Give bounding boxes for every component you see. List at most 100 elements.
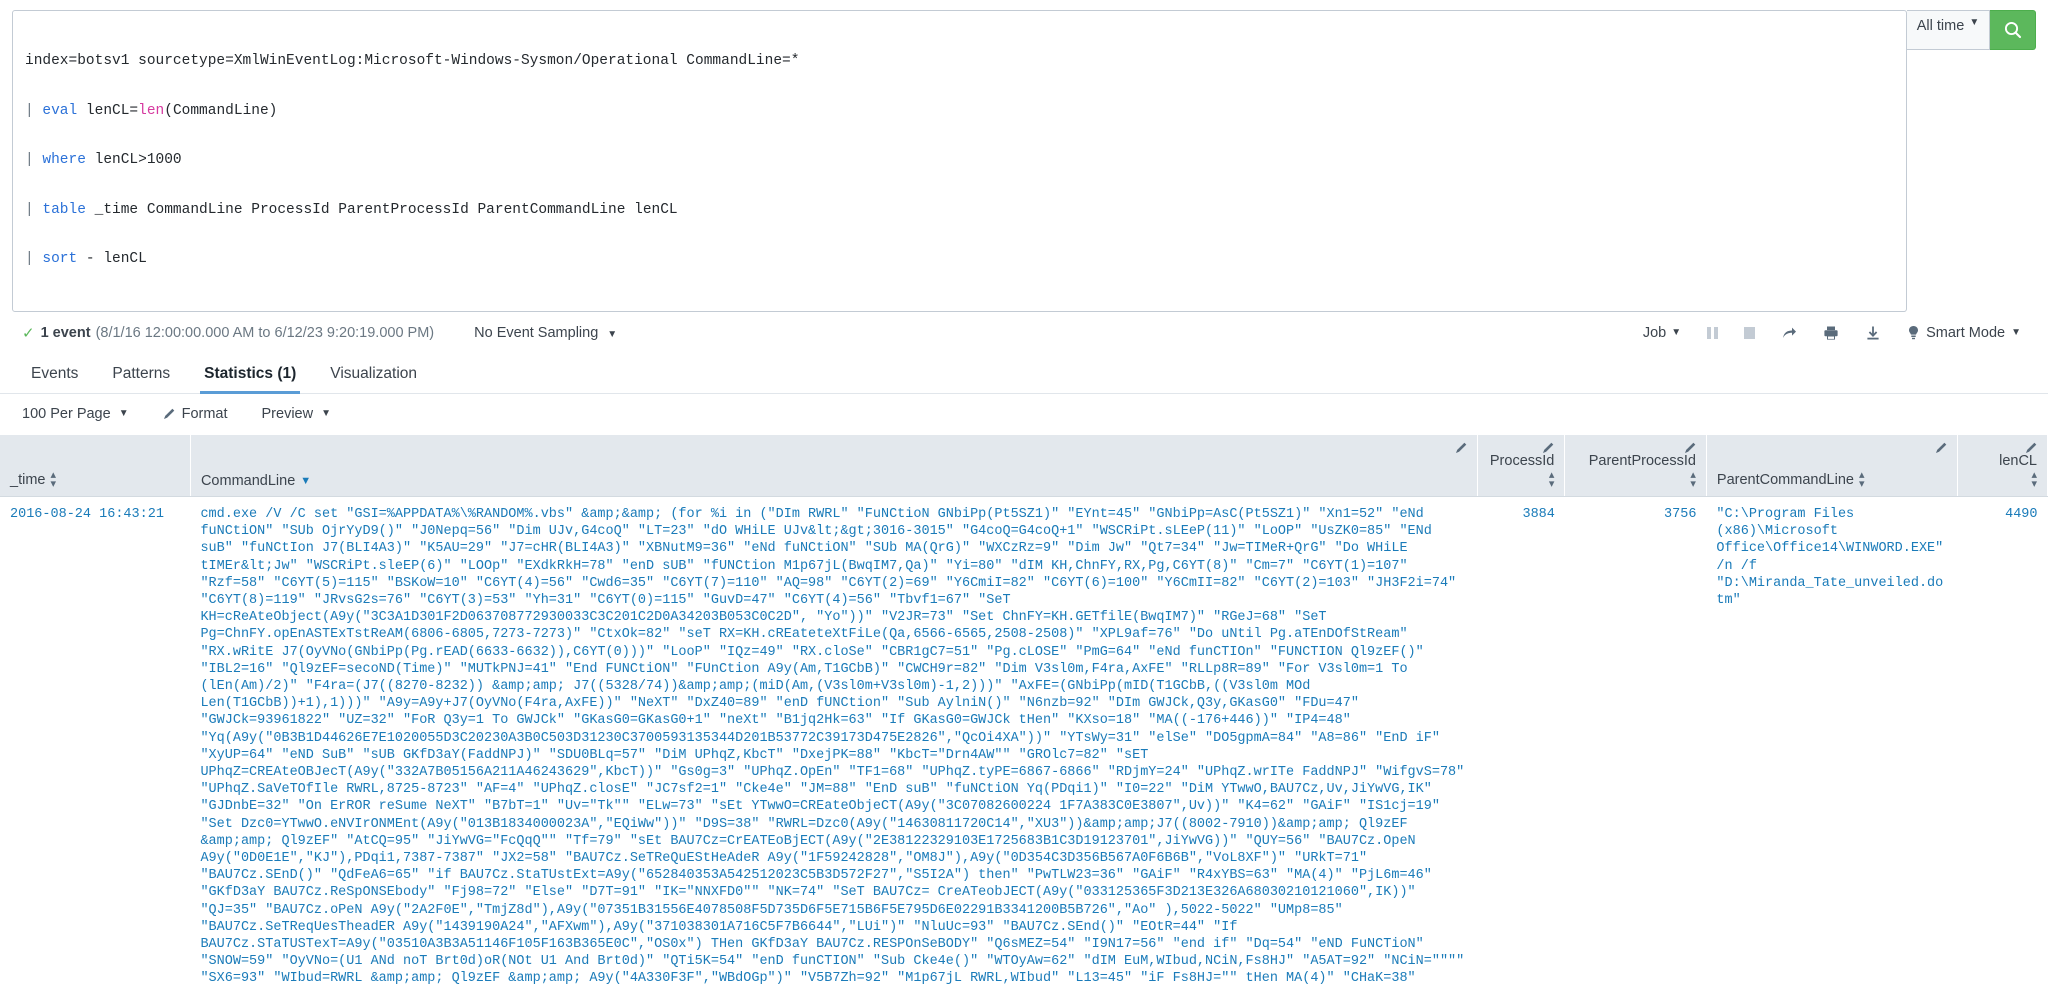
sort-toggle-parentcommandline[interactable]: ▴ ▾	[1859, 470, 1865, 490]
spl-command-sort: sort	[42, 251, 78, 267]
column-header-lencl[interactable]: lenCL ▴ ▾	[1957, 434, 2048, 497]
results-tabs: Events Patterns Statistics (1) Visualiza…	[0, 352, 2048, 394]
sort-toggle-lencl[interactable]: ▴ ▾	[2031, 470, 2037, 490]
pencil-icon	[1935, 442, 1947, 453]
column-header-parentprocessid[interactable]: ParentProcessId ▴ ▾	[1564, 434, 1707, 497]
query-line-4-rest: _time CommandLine ProcessId ParentProces…	[85, 201, 678, 218]
tab-statistics[interactable]: Statistics (1)	[187, 366, 313, 393]
spl-command-where: where	[42, 152, 86, 168]
results-table-head: _time ▴ ▾ CommandLine ▼ ProcessId ▴ ▾ Pa…	[0, 434, 2048, 497]
preview-dropdown[interactable]: Preview ▼	[262, 406, 331, 422]
print-button[interactable]	[1810, 325, 1852, 341]
pipe-glyph: |	[25, 201, 34, 218]
stop-button[interactable]	[1731, 326, 1768, 339]
job-status-bar: ✓ 1 event (8/1/16 12:00:00.000 AM to 6/1…	[0, 312, 2048, 352]
per-page-label: 100 Per Page	[22, 405, 111, 422]
cell-parentprocessid[interactable]: 3756	[1564, 496, 1707, 984]
print-icon	[1824, 326, 1838, 340]
search-mode-dropdown[interactable]: Smart Mode ▼	[1894, 325, 2034, 341]
edit-column-commandline-icon[interactable]	[1455, 441, 1468, 457]
query-line-5-rest: - lenCL	[77, 251, 147, 267]
format-label: Format	[181, 405, 228, 422]
share-icon	[1783, 327, 1797, 338]
tab-visualization[interactable]: Visualization	[313, 366, 434, 393]
pause-icon	[1707, 326, 1719, 339]
query-line-2-rest-b: (CommandLine)	[164, 102, 278, 119]
pencil-icon	[163, 408, 174, 419]
job-controls: Job ▼ Smart Mode ▼	[1630, 325, 2034, 341]
query-line-2: | eval lenCL=len(CommandLine)	[25, 103, 1894, 120]
cell-processid[interactable]: 3884	[1477, 496, 1565, 984]
table-row: 2016-08-24 16:43:21 cmd.exe /V /C set "G…	[0, 496, 2048, 984]
results-table: _time ▴ ▾ CommandLine ▼ ProcessId ▴ ▾ Pa…	[0, 434, 2048, 984]
job-label: Job	[1642, 324, 1667, 341]
preview-label: Preview	[261, 405, 314, 422]
spl-command-table: table	[42, 201, 86, 218]
column-label-commandline: CommandLine	[200, 473, 296, 489]
column-header-processid[interactable]: ProcessId ▴ ▾	[1477, 434, 1566, 497]
check-icon: ✓	[22, 324, 35, 342]
search-icon	[2004, 21, 2021, 39]
cell-commandline[interactable]: cmd.exe /V /C set "GSI=%APPDATA%\%RANDOM…	[190, 496, 1478, 984]
table-header-row: _time ▴ ▾ CommandLine ▼ ProcessId ▴ ▾ Pa…	[0, 434, 2048, 497]
pencil-icon	[1543, 442, 1554, 453]
pipe-glyph: |	[25, 102, 34, 119]
job-menu-button[interactable]: Job ▼	[1630, 325, 1694, 341]
time-range-label: All time	[1916, 18, 1965, 34]
per-page-dropdown[interactable]: 100 Per Page ▼	[22, 406, 129, 422]
stop-icon	[1744, 326, 1756, 339]
edit-column-lencl-icon[interactable]	[2025, 441, 2038, 457]
edit-column-parentcommandline-icon[interactable]	[1935, 441, 1948, 457]
column-header-commandline[interactable]: CommandLine ▼	[190, 434, 1478, 497]
column-processid-stack: ProcessId ▴ ▾	[1488, 453, 1555, 490]
column-label-parentcommandline: ParentCommandLine	[1716, 471, 1854, 488]
chevron-down-icon: ▼	[2011, 327, 2021, 338]
column-parentprocessid-stack: ParentProcessId ▴ ▾	[1575, 453, 1696, 490]
column-lencl-stack: lenCL ▴ ▾	[1968, 453, 2037, 490]
event-sampling-dropdown[interactable]: No Event Sampling ▼	[474, 325, 617, 341]
tab-events[interactable]: Events	[14, 366, 95, 393]
edit-column-processid-icon[interactable]	[1542, 441, 1555, 457]
cell-lencl[interactable]: 4490	[1957, 496, 2048, 984]
sort-toggle-parentprocessid[interactable]: ▴ ▾	[1690, 470, 1696, 490]
pencil-icon	[1684, 442, 1696, 453]
chevron-down-icon: ▼	[321, 408, 331, 419]
event-count: 1 event	[40, 324, 91, 341]
export-icon	[1867, 326, 1879, 340]
query-line-1: index=botsv1 sourcetype=XmlWinEventLog:M…	[25, 53, 800, 69]
results-table-container: _time ▴ ▾ CommandLine ▼ ProcessId ▴ ▾ Pa…	[0, 434, 2048, 984]
time-range-picker[interactable]: All time ▼	[1907, 10, 1990, 50]
pipe-glyph: |	[25, 251, 34, 267]
query-line-5: | sort - lenCL	[25, 251, 1894, 268]
edit-column-parentprocessid-icon[interactable]	[1684, 441, 1697, 457]
search-mode-label: Smart Mode	[1926, 324, 2006, 341]
search-bar: index=botsv1 sourcetype=XmlWinEventLog:M…	[0, 0, 2048, 312]
query-line-3: | where lenCL>1000	[25, 152, 1894, 169]
query-line-2-rest-a: lenCL=	[77, 102, 139, 119]
sort-toggle-time[interactable]: ▴ ▾	[50, 470, 56, 490]
query-line-4: | table _time CommandLine ProcessId Pare…	[25, 202, 1894, 219]
tab-patterns[interactable]: Patterns	[95, 366, 187, 393]
event-time-range: (8/1/16 12:00:00.000 AM to 6/12/23 9:20:…	[95, 324, 435, 341]
sort-toggle-processid[interactable]: ▴ ▾	[1549, 470, 1555, 490]
cell-time[interactable]: 2016-08-24 16:43:21	[0, 496, 191, 984]
column-header-time[interactable]: _time ▴ ▾	[0, 434, 191, 497]
results-toolbar: 100 Per Page ▼ Format Preview ▼	[0, 394, 2048, 435]
column-label-time: _time	[10, 471, 46, 488]
search-query-input[interactable]: index=botsv1 sourcetype=XmlWinEventLog:M…	[12, 10, 1907, 312]
results-table-body: 2016-08-24 16:43:21 cmd.exe /V /C set "G…	[0, 496, 2048, 984]
pencil-icon	[1455, 442, 1467, 453]
pencil-icon	[2026, 442, 2037, 453]
export-button[interactable]	[1852, 325, 1894, 341]
format-button[interactable]: Format	[163, 406, 228, 422]
cell-parentcommandline[interactable]: "C:\Program Files (x86)\Microsoft Office…	[1706, 496, 1958, 984]
query-line-3-rest: lenCL>1000	[85, 152, 182, 168]
share-button[interactable]	[1768, 325, 1810, 341]
event-sampling-label: No Event Sampling	[474, 324, 599, 341]
chevron-down-icon: ▼	[1969, 17, 1980, 28]
run-search-button[interactable]	[1990, 10, 2036, 50]
pause-button[interactable]	[1694, 326, 1731, 339]
sort-toggle-commandline[interactable]: ▼	[300, 475, 311, 487]
chevron-down-icon: ▼	[607, 328, 618, 340]
column-header-parentcommandline[interactable]: ParentCommandLine ▴ ▾	[1706, 434, 1958, 497]
